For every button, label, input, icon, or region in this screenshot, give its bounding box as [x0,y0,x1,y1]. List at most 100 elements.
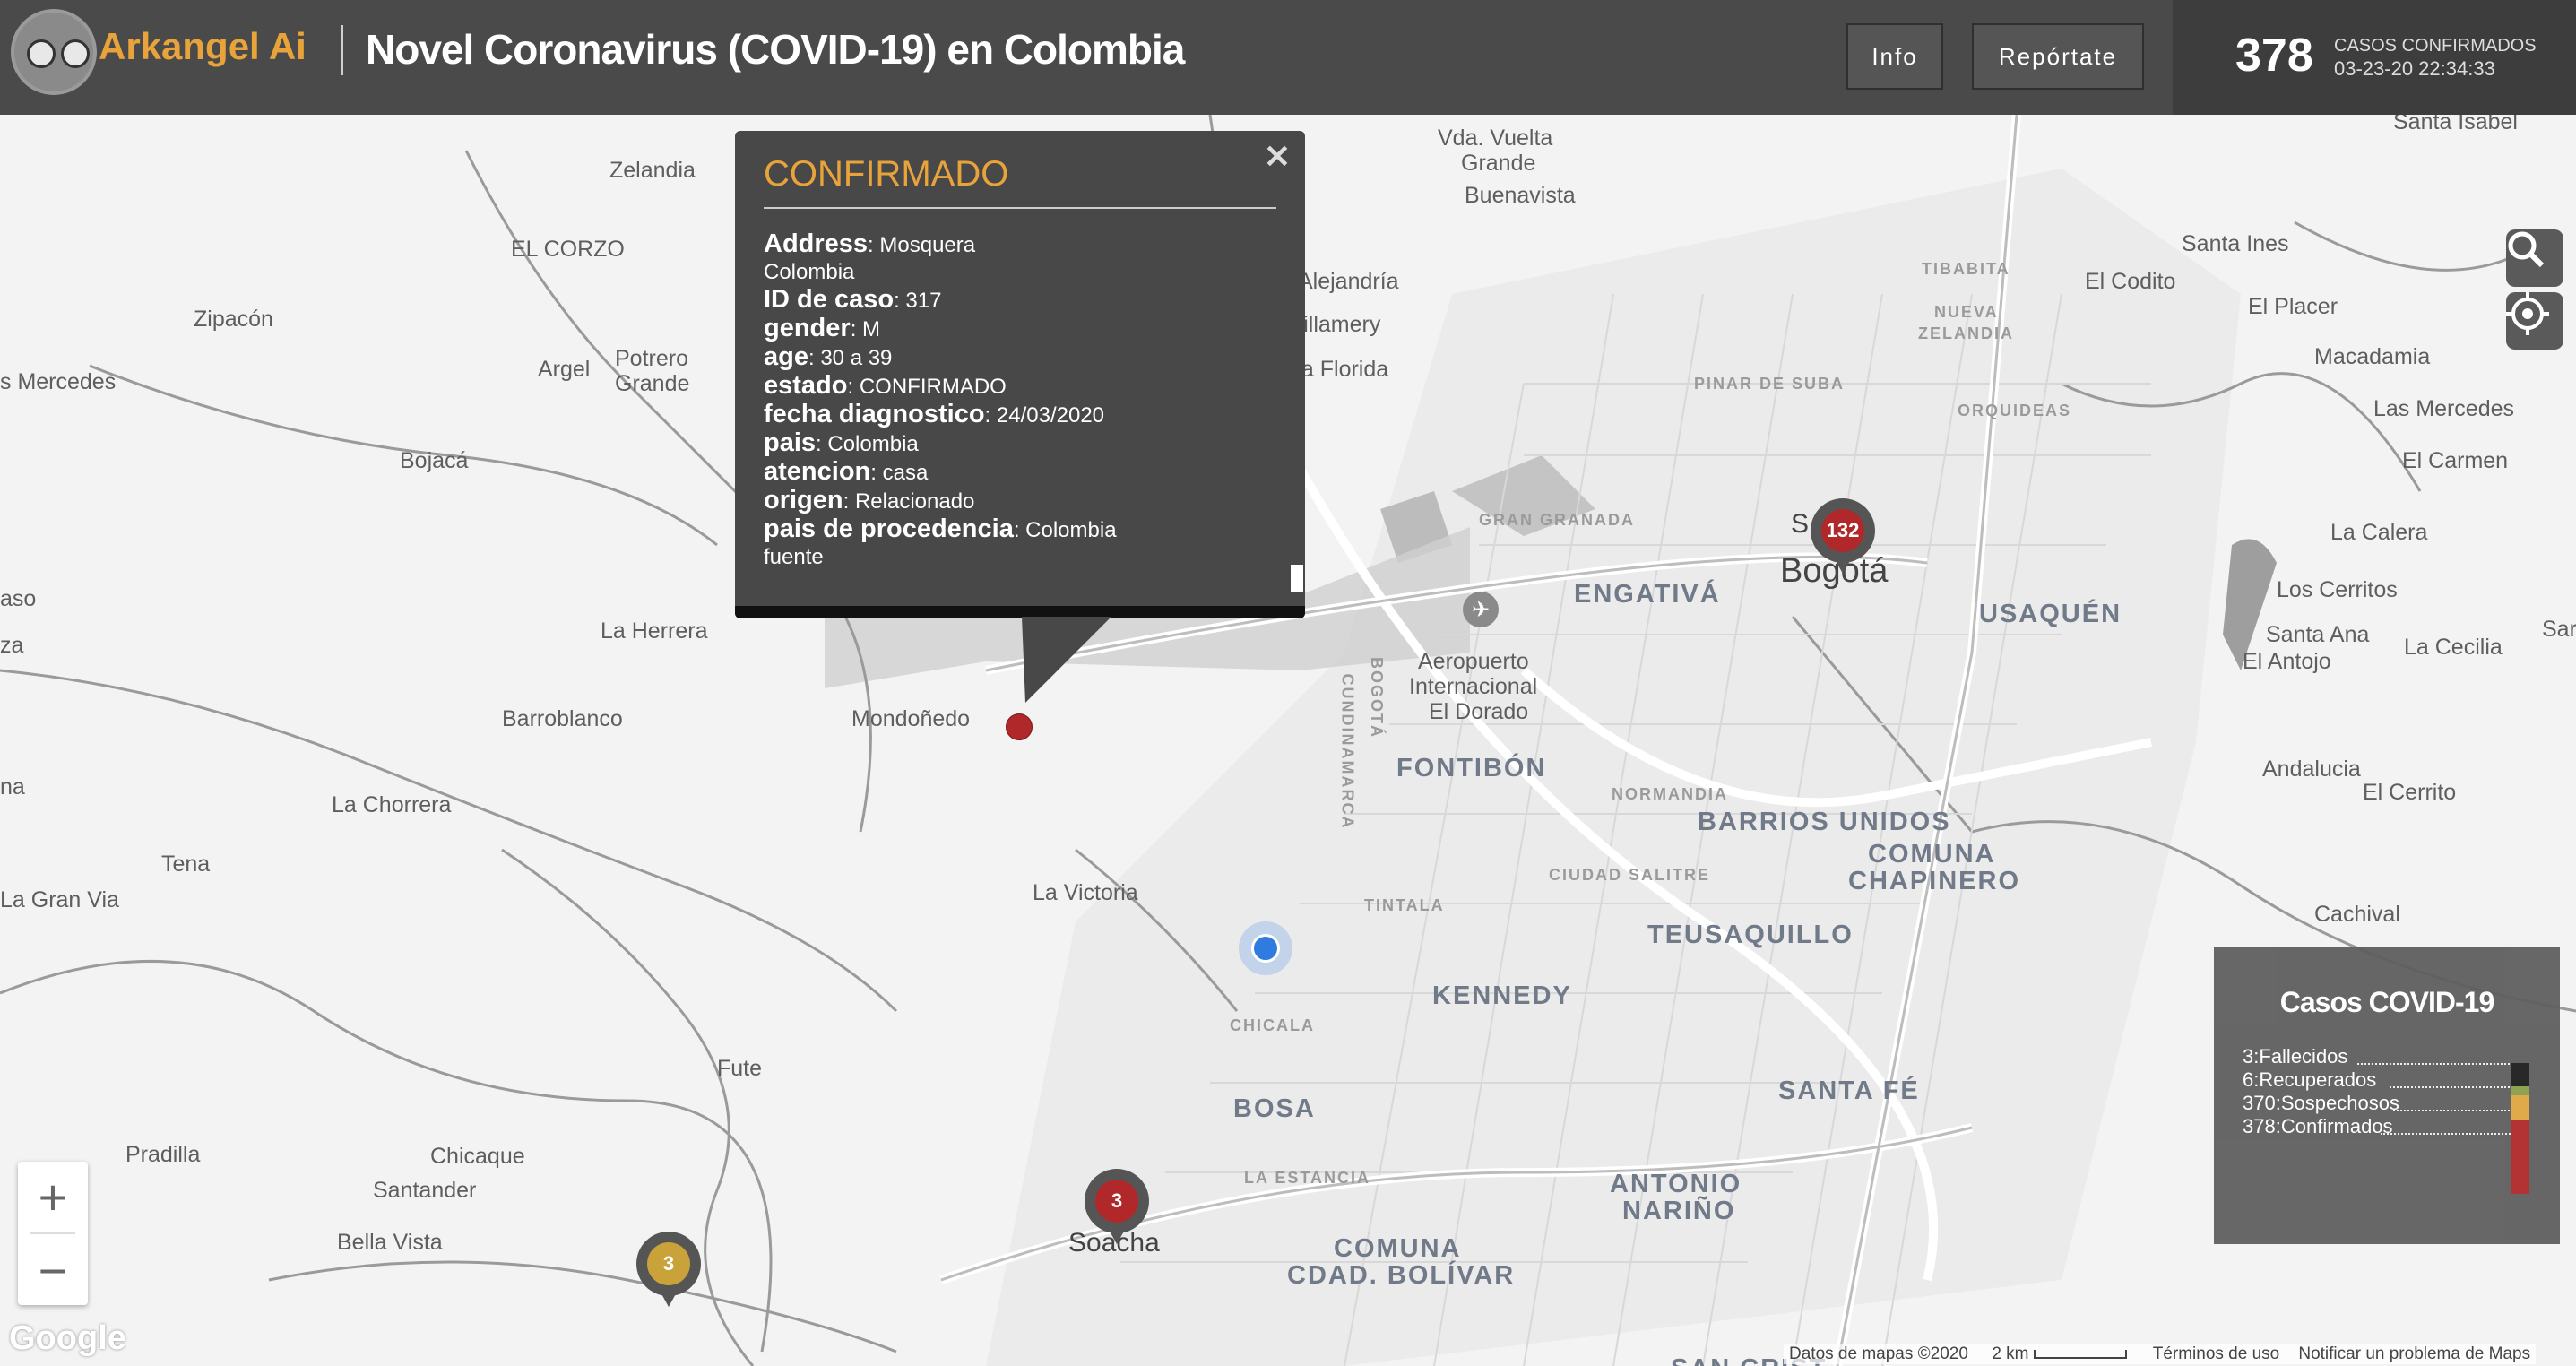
google-logo: Google [9,1319,126,1357]
area-label: GRAN GRANADA [1479,511,1635,529]
cluster-count: 3 [647,1242,690,1285]
city-label: S [1791,509,1810,539]
district-label: USAQUÉN [1979,600,2122,628]
popup-field: gender: M [764,314,881,342]
legend-bar-recuperados [2511,1086,2529,1095]
legend-panel: Casos COVID-19 3:Fallecidos 6:Recuperado… [2214,947,2560,1244]
place-label: Los Cerritos [2277,577,2398,602]
search-icon[interactable] [2506,229,2563,287]
district-label: KENNEDY [1432,981,1572,1010]
popup-scrollbar[interactable] [1291,565,1303,592]
place-label: El Antojo [2243,649,2331,674]
place-label: s Mercedes [0,369,117,394]
popup-field: origen: Relacionado [764,486,975,514]
popup-field: Colombia [764,260,855,284]
report-problem-link[interactable]: Notificar un problema de Maps [2298,1344,2530,1363]
cluster-marker[interactable]: 3 [636,1232,701,1307]
district-label: BARRIOS UNIDOS [1698,808,1951,836]
popup-field: pais: Colombia [764,428,919,457]
area-label: CHICALA [1230,1016,1315,1034]
case-marker[interactable] [1006,713,1033,740]
info-popup: ✕ CONFIRMADO Address: Mosquera Colombia … [735,131,1305,618]
district-label: TEUSAQUILLO [1647,921,1854,949]
place-label: El Placer [2248,294,2338,319]
legend-item: 6:Recuperados [2243,1068,2377,1091]
district-label: CHAPINERO [1848,867,2021,895]
info-button[interactable]: Info [1846,23,1943,90]
place-label: Santa Ines [2182,231,2289,256]
area-label: CUNDINAMARCA [1338,673,1357,830]
place-label: La Chorrera [332,792,452,817]
popup-field: estado: CONFIRMADO [764,371,1007,400]
confirmed-count: 378 [2235,30,2313,82]
place-label: Bojacá [400,448,469,473]
district-label: NARIÑO [1622,1197,1736,1225]
popup-field: fuente [764,545,824,569]
place-label: Barroblanco [502,706,623,731]
place-label: aso [0,586,37,611]
report-button[interactable]: Repórtate [1972,23,2144,90]
place-label: Bella Vista [337,1230,443,1255]
area-label: BOGOTÁ [1368,657,1386,739]
district-label: BOSA [1233,1094,1316,1123]
place-label: Santa Isabel [2393,115,2518,134]
place-label: Internacional [1409,674,1538,699]
place-label: Santander [373,1178,477,1203]
legend-item: 370:Sospechosos [2243,1092,2399,1114]
place-label: La Victoria [1033,880,1138,905]
place-label: Las Mercedes [2373,396,2515,421]
terms-link[interactable]: Términos de uso [2153,1344,2280,1363]
place-label: Zelandia [609,158,696,183]
cluster-marker[interactable]: 132 [1811,498,1875,574]
popup-field: pais de procedencia: Colombia [764,514,1117,543]
place-label: Vda. Vuelta [1438,125,1553,151]
place-label: Santa Ana [2266,622,2370,647]
place-label: El Carmen [2402,448,2509,473]
area-label: NUEVA [1934,303,1999,321]
cluster-marker[interactable]: 3 [1085,1169,1149,1244]
place-label: Zipacón [194,307,273,332]
top-bar: Arkangel Ai Novel Coronavirus (COVID-19)… [0,0,2576,115]
place-label: Chicaque [430,1144,525,1169]
place-label: Grande [615,371,690,396]
place-label: Fute [717,1056,763,1081]
scale-label: 2 km [1992,1344,2029,1363]
popup-field: fecha diagnostico: 24/03/2020 [764,400,1105,428]
zoom-in-button[interactable]: + [18,1162,88,1232]
owl-logo-icon [11,9,97,95]
place-label: Aeropuerto [1418,649,1529,674]
place-label: EL CORZO [511,237,625,262]
cluster-count: 132 [1821,509,1864,552]
district-label: SANTA FÉ [1778,1076,1920,1105]
cluster-count: 3 [1095,1180,1138,1223]
popup-pointer [1022,617,1111,703]
popup-title: CONFIRMADO [764,154,1009,194]
scale-bar [2033,1350,2127,1359]
place-label: La Herrera [601,618,708,644]
district-label: COMUNA [1868,840,1996,869]
place-label: El Dorado [1429,699,1529,724]
popup-field: Address: Mosquera [764,229,976,258]
confirmed-label: CASOS CONFIRMADOS [2334,36,2537,56]
legend-item: 3:Fallecidos [2243,1045,2348,1068]
confirmed-counter: 378 CASOS CONFIRMADOS 03-23-20 22:34:33 [2173,0,2576,115]
area-label: TIBABITA [1922,260,2010,278]
timestamp: 03-23-20 22:34:33 [2334,57,2495,80]
area-label: LA ESTANCIA [1244,1169,1370,1187]
popup-field: atencion: casa [764,457,929,486]
area-label: CIUDAD SALITRE [1549,866,1710,884]
zoom-out-button[interactable]: − [18,1235,88,1305]
place-label: Tena [161,852,211,877]
title-divider [341,25,343,75]
close-icon[interactable]: ✕ [1264,138,1291,176]
place-label: Andalucia [2262,756,2361,782]
zoom-control: + − [18,1162,88,1305]
legend-bar-fallecidos [2511,1063,2529,1086]
place-label: Buenavista [1465,183,1576,208]
district-label: FONTIBÓN [1396,754,1547,782]
map-footer: Datos de mapas ©2020 2 km Términos de us… [1784,1344,2537,1364]
place-label: Mondoñedo [851,706,971,731]
page-title: Novel Coronavirus (COVID-19) en Colombia [366,26,1185,73]
crosshair-icon[interactable] [2506,292,2563,350]
legend-item: 378:Confirmados [2243,1115,2393,1137]
